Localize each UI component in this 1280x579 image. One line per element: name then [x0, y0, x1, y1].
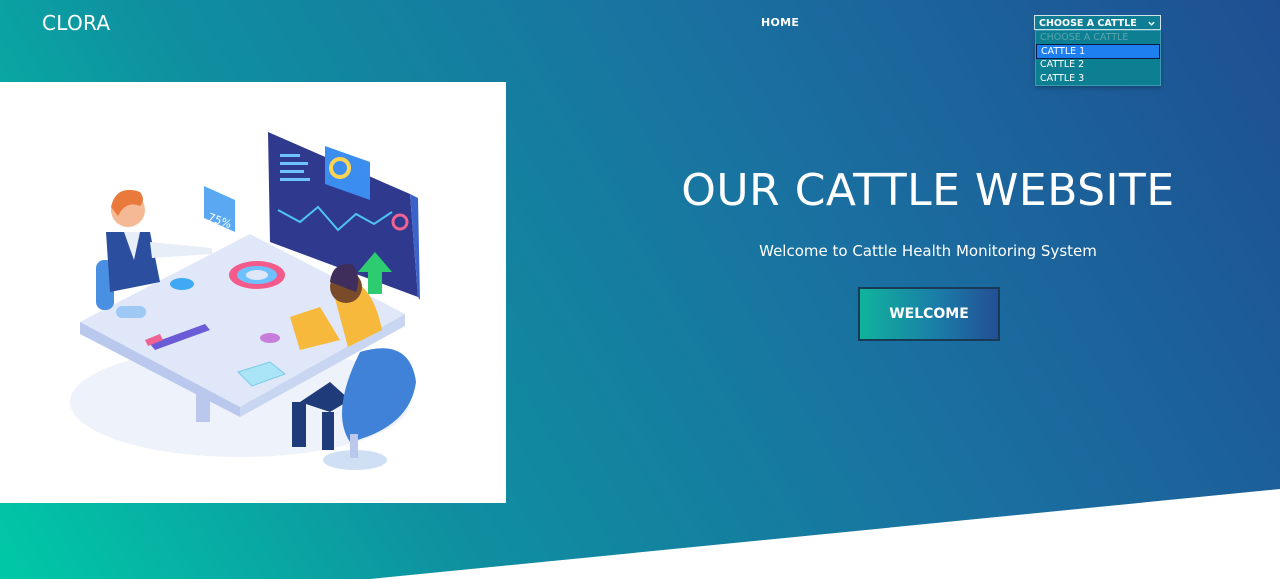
cattle-select-value: CHOOSE A CATTLE	[1039, 17, 1137, 29]
hero-title: OUR CATTLE WEBSITE	[681, 165, 1175, 216]
meeting-illustration: 75%	[70, 132, 420, 470]
option-cattle-3[interactable]: CATTLE 3	[1036, 72, 1160, 86]
cattle-dropdown-list: CHOOSE A CATTLE CATTLE 1 CATTLE 2 CATTLE…	[1035, 30, 1161, 86]
hero-subtitle: Welcome to Cattle Health Monitoring Syst…	[759, 242, 1097, 260]
site-logo[interactable]: CLORA	[42, 11, 110, 35]
cattle-select[interactable]: CHOOSE A CATTLE	[1034, 15, 1161, 30]
option-cattle-1[interactable]: CATTLE 1	[1036, 43, 1160, 59]
option-choose-cattle[interactable]: CHOOSE A CATTLE	[1036, 31, 1160, 45]
welcome-button[interactable]: WELCOME	[858, 287, 1000, 341]
percentage-badge: 75%	[204, 186, 235, 232]
hero-illustration: 75%	[0, 82, 506, 503]
chevron-down-icon	[1148, 21, 1155, 26]
nav-home-link[interactable]: HOME	[761, 16, 799, 29]
option-cattle-2[interactable]: CATTLE 2	[1036, 58, 1160, 72]
